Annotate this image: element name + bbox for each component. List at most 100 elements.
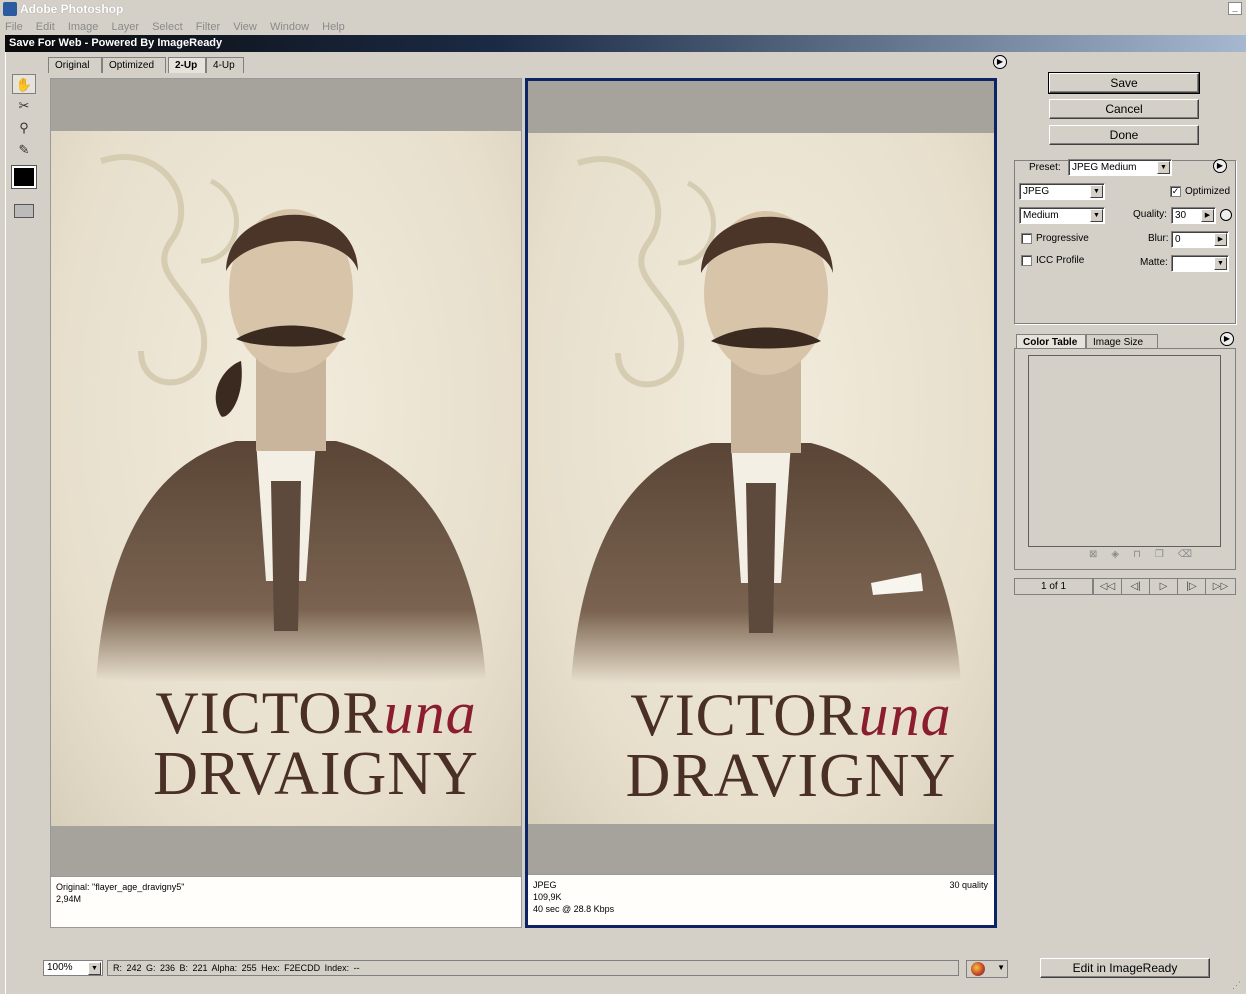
app-title-bar: Adobe Photoshop _ <box>0 0 1246 19</box>
preview-menu-arrow-icon[interactable]: ▶ <box>993 55 1007 69</box>
previous-frame-icon[interactable]: ◁| <box>1121 579 1149 594</box>
chevron-right-icon[interactable]: ▶ <box>1201 209 1214 222</box>
last-frame-icon[interactable]: ▷▷ <box>1205 579 1235 594</box>
blur-input[interactable]: 0 ▶ <box>1171 231 1229 248</box>
tab-2-up[interactable]: 2-Up <box>168 57 206 73</box>
color-table-panel: Color Table Image Size ▶ ⊠◈⊓❐⌫ <box>1014 332 1236 570</box>
chevron-down-icon: ▼ <box>88 962 101 975</box>
blur-value: 0 <box>1175 234 1181 245</box>
icc-profile-label: ICC Profile <box>1036 255 1085 266</box>
settings-menu-arrow-icon[interactable]: ▶ <box>1213 159 1227 173</box>
original-filesize: 2,94M <box>56 894 82 904</box>
chevron-down-icon: ▼ <box>1090 209 1103 222</box>
original-preview-pane[interactable]: VICTORuna DRVAIGNY Original: "flayer_age… <box>50 78 522 928</box>
format-value: JPEG <box>1023 186 1050 197</box>
trash-icon[interactable]: ⌫ <box>1178 549 1206 560</box>
tab-4-up[interactable]: 4-Up <box>206 57 244 73</box>
preset-select[interactable]: JPEG Medium ▼ <box>1068 159 1172 176</box>
eyedropper-icon[interactable]: ✎ <box>12 140 36 160</box>
tab-optimized[interactable]: Optimized <box>102 57 166 73</box>
quality-mask-icon[interactable] <box>1220 209 1232 221</box>
optimized-preview-pane[interactable]: VICTORuna DRAVIGNY JPEG 109,9K 40 sec @ … <box>525 78 997 928</box>
menu-file[interactable]: File <box>0 19 28 33</box>
quality-readout: 30 quality <box>949 880 988 890</box>
web-shift-icon[interactable]: ◈ <box>1111 549 1133 560</box>
tab-color-table[interactable]: Color Table <box>1016 334 1086 349</box>
save-button[interactable]: Save <box>1048 72 1200 94</box>
poster-word-una: una <box>858 682 952 748</box>
menu-window[interactable]: Window <box>265 19 314 33</box>
resize-grip-icon[interactable]: ⋰ <box>1232 980 1244 992</box>
poster-title-line1: VICTORuna <box>51 679 521 748</box>
play-icon[interactable]: ▷ <box>1149 579 1177 594</box>
progressive-label: Progressive <box>1036 233 1089 244</box>
icc-profile-checkbox[interactable] <box>1021 255 1032 266</box>
matte-select[interactable]: ▼ <box>1171 255 1229 272</box>
new-color-icon[interactable]: ❐ <box>1155 549 1178 560</box>
menu-help[interactable]: Help <box>317 19 350 33</box>
color-table-tools: ⊠◈⊓❐⌫ <box>1089 549 1206 560</box>
browser-globe-icon <box>971 962 985 976</box>
hand-icon[interactable]: ✋ <box>12 74 36 94</box>
menu-image[interactable]: Image <box>63 19 104 33</box>
quality-input[interactable]: 30 ▶ <box>1171 207 1216 224</box>
animation-controls: 1 of 1 ◁◁ ◁| ▷ |▷ ▷▷ <box>1014 578 1236 595</box>
optimized-checkbox[interactable]: ✓ <box>1170 186 1181 197</box>
chevron-down-icon[interactable]: ▼ <box>997 963 1005 972</box>
matte-label: Matte: <box>1140 257 1168 268</box>
poster-word-una: una <box>383 680 477 746</box>
cancel-button[interactable]: Cancel <box>1049 99 1199 119</box>
photoshop-logo-icon <box>3 2 17 16</box>
optimized-filesize: 109,9K <box>533 892 562 902</box>
quality-value: 30 <box>1175 210 1187 221</box>
minimize-button[interactable]: _ <box>1228 2 1242 15</box>
menu-select[interactable]: Select <box>147 19 188 33</box>
frame-count: 1 of 1 <box>1015 579 1093 594</box>
chevron-down-icon: ▼ <box>1214 257 1227 270</box>
color-table-grid[interactable] <box>1028 355 1221 547</box>
lock-color-icon[interactable]: ⊓ <box>1133 549 1155 560</box>
zoom-select[interactable]: 100% ▼ <box>43 960 103 976</box>
chevron-down-icon: ▼ <box>1157 161 1170 174</box>
canvas-margin-top <box>51 79 521 131</box>
canvas-margin-top <box>528 81 994 133</box>
menu-layer[interactable]: Layer <box>106 19 144 33</box>
optimized-label: Optimized <box>1185 186 1231 197</box>
menu-view[interactable]: View <box>228 19 262 33</box>
preview-in-browser-button[interactable]: ▼ <box>966 960 1008 978</box>
first-frame-icon[interactable]: ◁◁ <box>1093 579 1121 594</box>
slice-select-icon[interactable]: ✂ <box>12 96 36 116</box>
progressive-checkbox[interactable] <box>1021 233 1032 244</box>
eyedropper-color-swatch[interactable] <box>11 165 37 189</box>
toggle-slices-visibility-icon[interactable] <box>14 204 34 218</box>
download-time: 40 sec @ 28.8 Kbps <box>533 904 615 914</box>
color-table-menu-arrow-icon[interactable]: ▶ <box>1220 332 1234 346</box>
color-table-container: ⊠◈⊓❐⌫ <box>1014 348 1236 570</box>
blur-label: Blur: <box>1148 233 1169 244</box>
done-button[interactable]: Done <box>1049 125 1199 145</box>
portrait-figure <box>96 209 486 681</box>
poster-title-line2: DRAVIGNY <box>625 742 957 810</box>
poster-title-line2: DRVAIGNY <box>153 740 479 808</box>
poster-word-victor: VICTOR <box>155 680 384 746</box>
menu-bar: File Edit Image Layer Select Filter View… <box>0 19 1246 35</box>
original-image: VICTORuna DRVAIGNY <box>51 131 521 826</box>
preset-value: JPEG Medium <box>1072 162 1137 173</box>
tab-original[interactable]: Original <box>48 57 102 73</box>
next-frame-icon[interactable]: |▷ <box>1177 579 1205 594</box>
chevron-right-icon[interactable]: ▶ <box>1214 233 1227 246</box>
poster-title-line1: VICTORuna <box>528 681 994 750</box>
optimization-settings: Preset: JPEG Medium ▼ ▶ JPEG ▼ ✓ Optimiz… <box>1014 159 1236 324</box>
dialog-title: Save For Web - Powered By ImageReady <box>5 35 1246 52</box>
zoom-icon[interactable]: ⚲ <box>12 118 36 138</box>
edit-in-imageready-button[interactable]: Edit in ImageReady <box>1040 958 1210 978</box>
tab-image-size[interactable]: Image Size <box>1086 334 1158 349</box>
zoom-value: 100% <box>47 962 73 973</box>
format-select[interactable]: JPEG ▼ <box>1019 183 1105 200</box>
canvas-margin-bottom <box>51 826 521 876</box>
menu-filter[interactable]: Filter <box>191 19 225 33</box>
quality-preset-select[interactable]: Medium ▼ <box>1019 207 1105 224</box>
optimized-info-panel: JPEG 109,9K 40 sec @ 28.8 Kbps 30 qualit… <box>528 874 994 925</box>
map-color-icon[interactable]: ⊠ <box>1089 549 1111 560</box>
menu-edit[interactable]: Edit <box>31 19 60 33</box>
